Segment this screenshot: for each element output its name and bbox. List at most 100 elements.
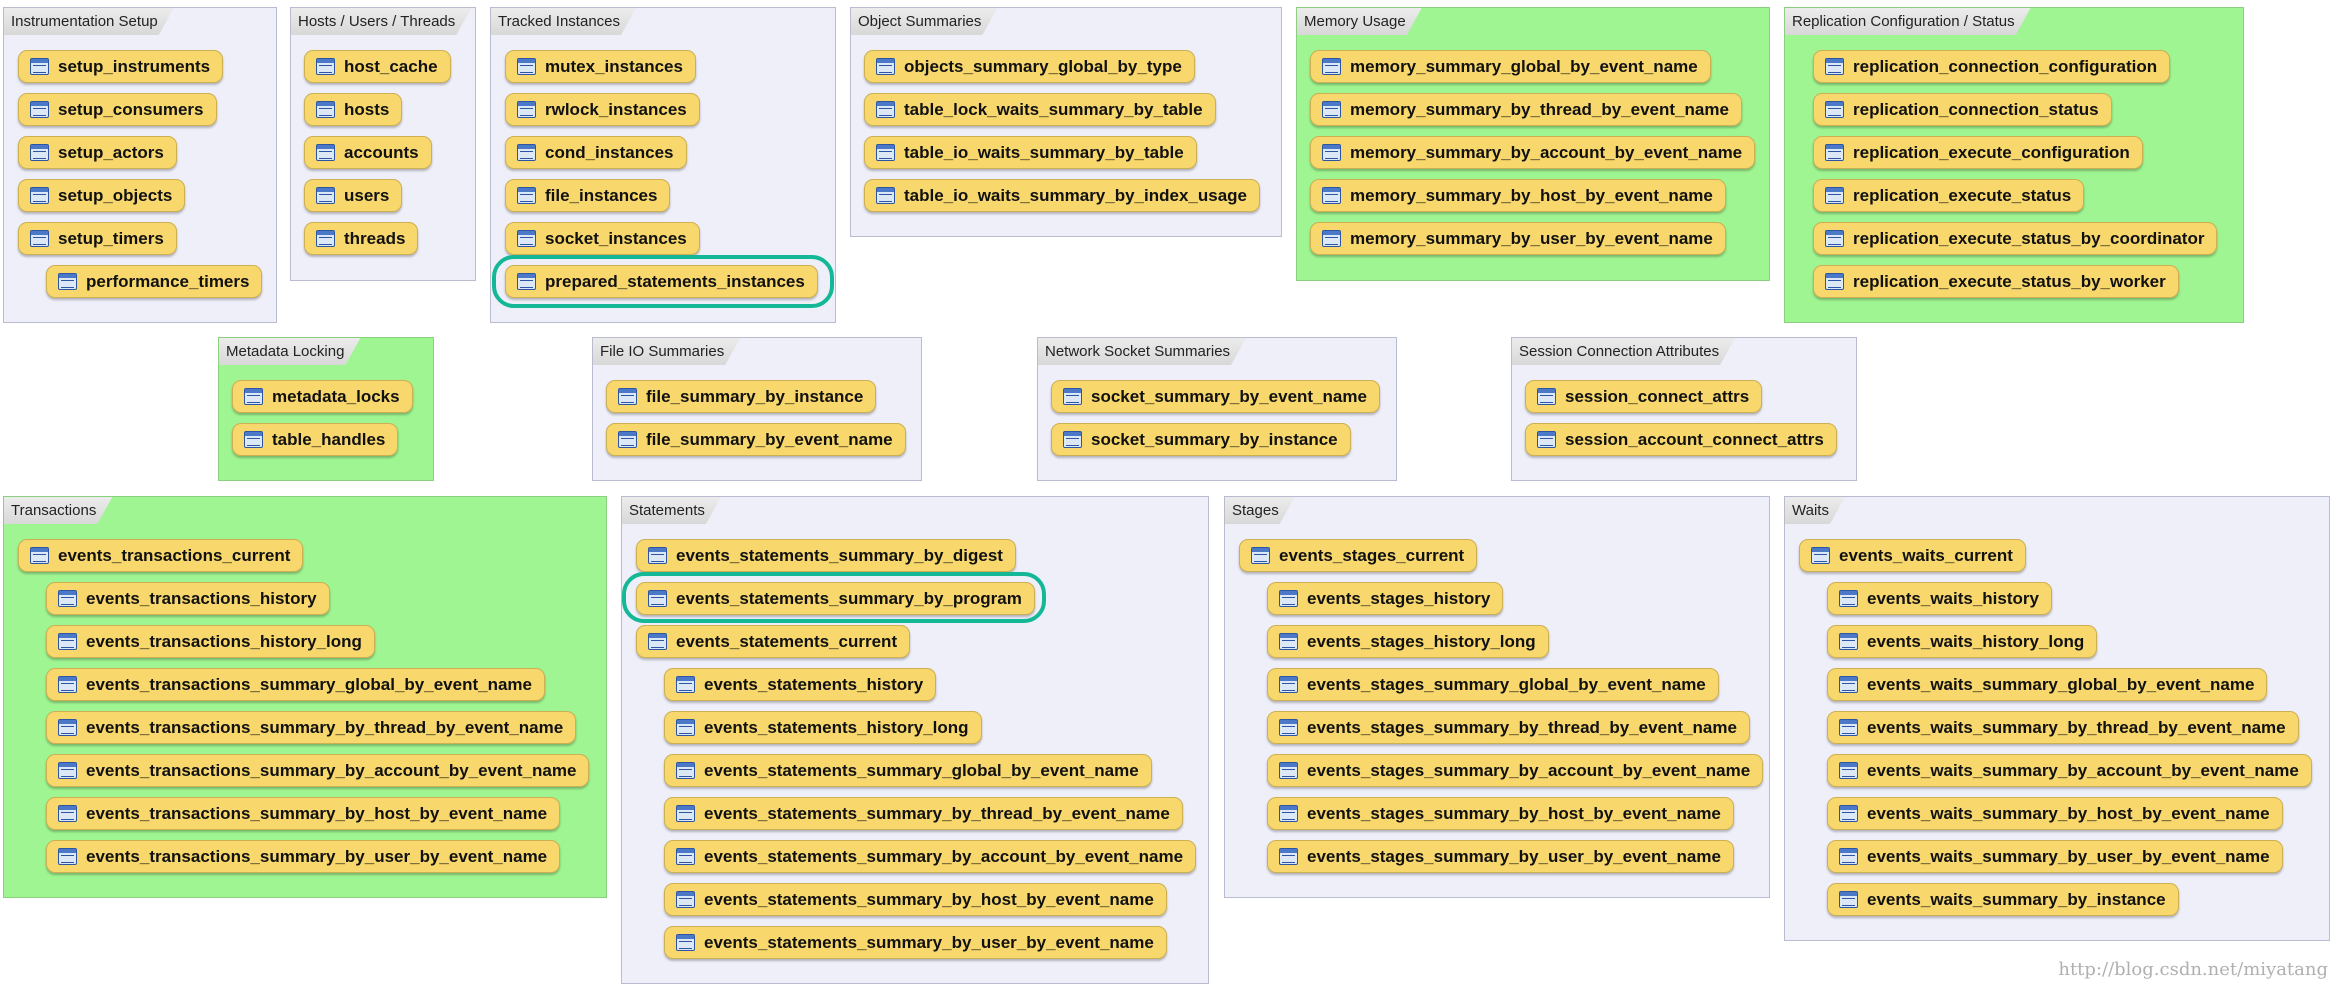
highlight-ring-prepared-statements-instances [492,255,834,308]
table-icon [1839,891,1858,908]
table-label: memory_summary_by_account_by_event_name [1350,143,1743,162]
table-file-summary-by-event-name[interactable]: file_summary_by_event_name [606,423,906,456]
table-events-waits-summary-by-user-by-event-name[interactable]: events_waits_summary_by_user_by_event_na… [1827,840,2283,873]
table-icon [1251,547,1270,564]
table-setup-objects[interactable]: setup_objects [18,179,186,212]
table-events-waits-history-long[interactable]: events_waits_history_long [1827,625,2098,658]
table-events-waits-summary-by-host-by-event-name[interactable]: events_waits_summary_by_host_by_event_na… [1827,797,2283,830]
table-replication-execute-status-by-worker[interactable]: replication_execute_status_by_worker [1813,265,2179,298]
table-events-statements-history[interactable]: events_statements_history [664,668,937,701]
group-title: Object Summaries [851,8,997,35]
table-events-stages-summary-by-thread-by-event-name[interactable]: events_stages_summary_by_thread_by_event… [1267,711,1750,744]
group-title: Instrumentation Setup [4,8,174,35]
table-icon [676,934,695,951]
table-label: events_transactions_history [86,589,317,608]
table-session-account-connect-attrs[interactable]: session_account_connect_attrs [1525,423,1837,456]
table-events-statements-summary-by-host-by-event-name[interactable]: events_statements_summary_by_host_by_eve… [664,883,1167,916]
table-socket-summary-by-event-name[interactable]: socket_summary_by_event_name [1051,380,1380,413]
table-socket-summary-by-instance[interactable]: socket_summary_by_instance [1051,423,1351,456]
table-table-io-waits-summary-by-index-usage[interactable]: table_io_waits_summary_by_index_usage [864,179,1260,212]
table-table-lock-waits-summary-by-table[interactable]: table_lock_waits_summary_by_table [864,93,1216,126]
table-accounts[interactable]: accounts [304,136,432,169]
table-events-waits-history[interactable]: events_waits_history [1827,582,2052,615]
table-events-waits-summary-by-account-by-event-name[interactable]: events_waits_summary_by_account_by_event… [1827,754,2312,787]
table-label: replication_connection_status [1853,100,2099,119]
table-events-waits-summary-by-instance[interactable]: events_waits_summary_by_instance [1827,883,2179,916]
table-events-waits-summary-by-thread-by-event-name[interactable]: events_waits_summary_by_thread_by_event_… [1827,711,2299,744]
table-events-stages-summary-by-host-by-event-name[interactable]: events_stages_summary_by_host_by_event_n… [1267,797,1734,830]
table-hosts[interactable]: hosts [304,93,403,126]
table-replication-execute-status[interactable]: replication_execute_status [1813,179,2085,212]
table-performance-timers[interactable]: performance_timers [46,265,263,298]
table-events-transactions-history[interactable]: events_transactions_history [46,582,330,615]
table-objects-summary-global-by-type[interactable]: objects_summary_global_by_type [864,50,1195,83]
table-icon [316,187,335,204]
table-label: events_waits_current [1839,546,2013,565]
table-events-stages-history-long[interactable]: events_stages_history_long [1267,625,1549,658]
table-label: memory_summary_by_user_by_event_name [1350,229,1713,248]
table-memory-summary-by-host-by-event-name[interactable]: memory_summary_by_host_by_event_name [1310,179,1726,212]
table-replication-execute-status-by-coordinator[interactable]: replication_execute_status_by_coordinato… [1813,222,2218,255]
table-table-handles[interactable]: table_handles [232,423,399,456]
table-events-transactions-summary-global-by-event-name[interactable]: events_transactions_summary_global_by_ev… [46,668,545,701]
table-events-stages-history[interactable]: events_stages_history [1267,582,1504,615]
table-table-io-waits-summary-by-table[interactable]: table_io_waits_summary_by_table [864,136,1197,169]
table-events-statements-current[interactable]: events_statements_current [636,625,911,658]
table-rwlock-instances[interactable]: rwlock_instances [505,93,700,126]
table-threads[interactable]: threads [304,222,419,255]
table-icon [1322,58,1341,75]
table-events-transactions-summary-by-account-by-event-name[interactable]: events_transactions_summary_by_account_b… [46,754,590,787]
table-socket-instances[interactable]: socket_instances [505,222,700,255]
table-events-transactions-summary-by-host-by-event-name[interactable]: events_transactions_summary_by_host_by_e… [46,797,561,830]
table-events-statements-history-long[interactable]: events_statements_history_long [664,711,982,744]
table-events-transactions-current[interactable]: events_transactions_current [18,539,304,572]
table-events-statements-summary-by-digest[interactable]: events_statements_summary_by_digest [636,539,1016,572]
table-events-stages-current[interactable]: events_stages_current [1239,539,1478,572]
group-title: Memory Usage [1297,8,1422,35]
table-events-waits-current[interactable]: events_waits_current [1799,539,2026,572]
table-events-statements-summary-by-account-by-event-name[interactable]: events_statements_summary_by_account_by_… [664,840,1197,873]
table-events-transactions-history-long[interactable]: events_transactions_history_long [46,625,375,658]
table-host-cache[interactable]: host_cache [304,50,451,83]
table-events-stages-summary-global-by-event-name[interactable]: events_stages_summary_global_by_event_na… [1267,668,1719,701]
table-setup-timers[interactable]: setup_timers [18,222,177,255]
table-events-stages-summary-by-account-by-event-name[interactable]: events_stages_summary_by_account_by_even… [1267,754,1764,787]
table-icon [1839,848,1858,865]
table-label: events_waits_summary_by_instance [1867,890,2166,909]
table-users[interactable]: users [304,179,403,212]
table-icon [1825,144,1844,161]
group-title: Statements [622,497,721,524]
table-session-connect-attrs[interactable]: session_connect_attrs [1525,380,1763,413]
table-metadata-locks[interactable]: metadata_locks [232,380,413,413]
table-replication-execute-configuration[interactable]: replication_execute_configuration [1813,136,2143,169]
table-replication-connection-status[interactable]: replication_connection_status [1813,93,2112,126]
table-label: objects_summary_global_by_type [904,57,1182,76]
table-icon [648,547,667,564]
table-icon [58,633,77,650]
table-setup-consumers[interactable]: setup_consumers [18,93,217,126]
table-icon [1811,547,1830,564]
table-setup-actors[interactable]: setup_actors [18,136,177,169]
table-memory-summary-by-account-by-event-name[interactable]: memory_summary_by_account_by_event_name [1310,136,1756,169]
table-memory-summary-global-by-event-name[interactable]: memory_summary_global_by_event_name [1310,50,1711,83]
table-cond-instances[interactable]: cond_instances [505,136,687,169]
table-label: memory_summary_by_host_by_event_name [1350,186,1713,205]
table-file-summary-by-instance[interactable]: file_summary_by_instance [606,380,877,413]
table-label: hosts [344,100,390,119]
table-setup-instruments[interactable]: setup_instruments [18,50,224,83]
table-icon [1279,719,1298,736]
table-events-statements-summary-global-by-event-name[interactable]: events_statements_summary_global_by_even… [664,754,1152,787]
table-icon [30,144,49,161]
table-events-transactions-summary-by-thread-by-event-name[interactable]: events_transactions_summary_by_thread_by… [46,711,577,744]
table-events-waits-summary-global-by-event-name[interactable]: events_waits_summary_global_by_event_nam… [1827,668,2268,701]
table-events-statements-summary-by-thread-by-event-name[interactable]: events_statements_summary_by_thread_by_e… [664,797,1183,830]
table-memory-summary-by-user-by-event-name[interactable]: memory_summary_by_user_by_event_name [1310,222,1726,255]
table-file-instances[interactable]: file_instances [505,179,671,212]
table-replication-connection-configuration[interactable]: replication_connection_configuration [1813,50,2171,83]
table-events-stages-summary-by-user-by-event-name[interactable]: events_stages_summary_by_user_by_event_n… [1267,840,1734,873]
table-label: replication_execute_status_by_worker [1853,272,2166,291]
table-memory-summary-by-thread-by-event-name[interactable]: memory_summary_by_thread_by_event_name [1310,93,1742,126]
table-events-transactions-summary-by-user-by-event-name[interactable]: events_transactions_summary_by_user_by_e… [46,840,561,873]
table-events-statements-summary-by-user-by-event-name[interactable]: events_statements_summary_by_user_by_eve… [664,926,1167,959]
table-mutex-instances[interactable]: mutex_instances [505,50,696,83]
